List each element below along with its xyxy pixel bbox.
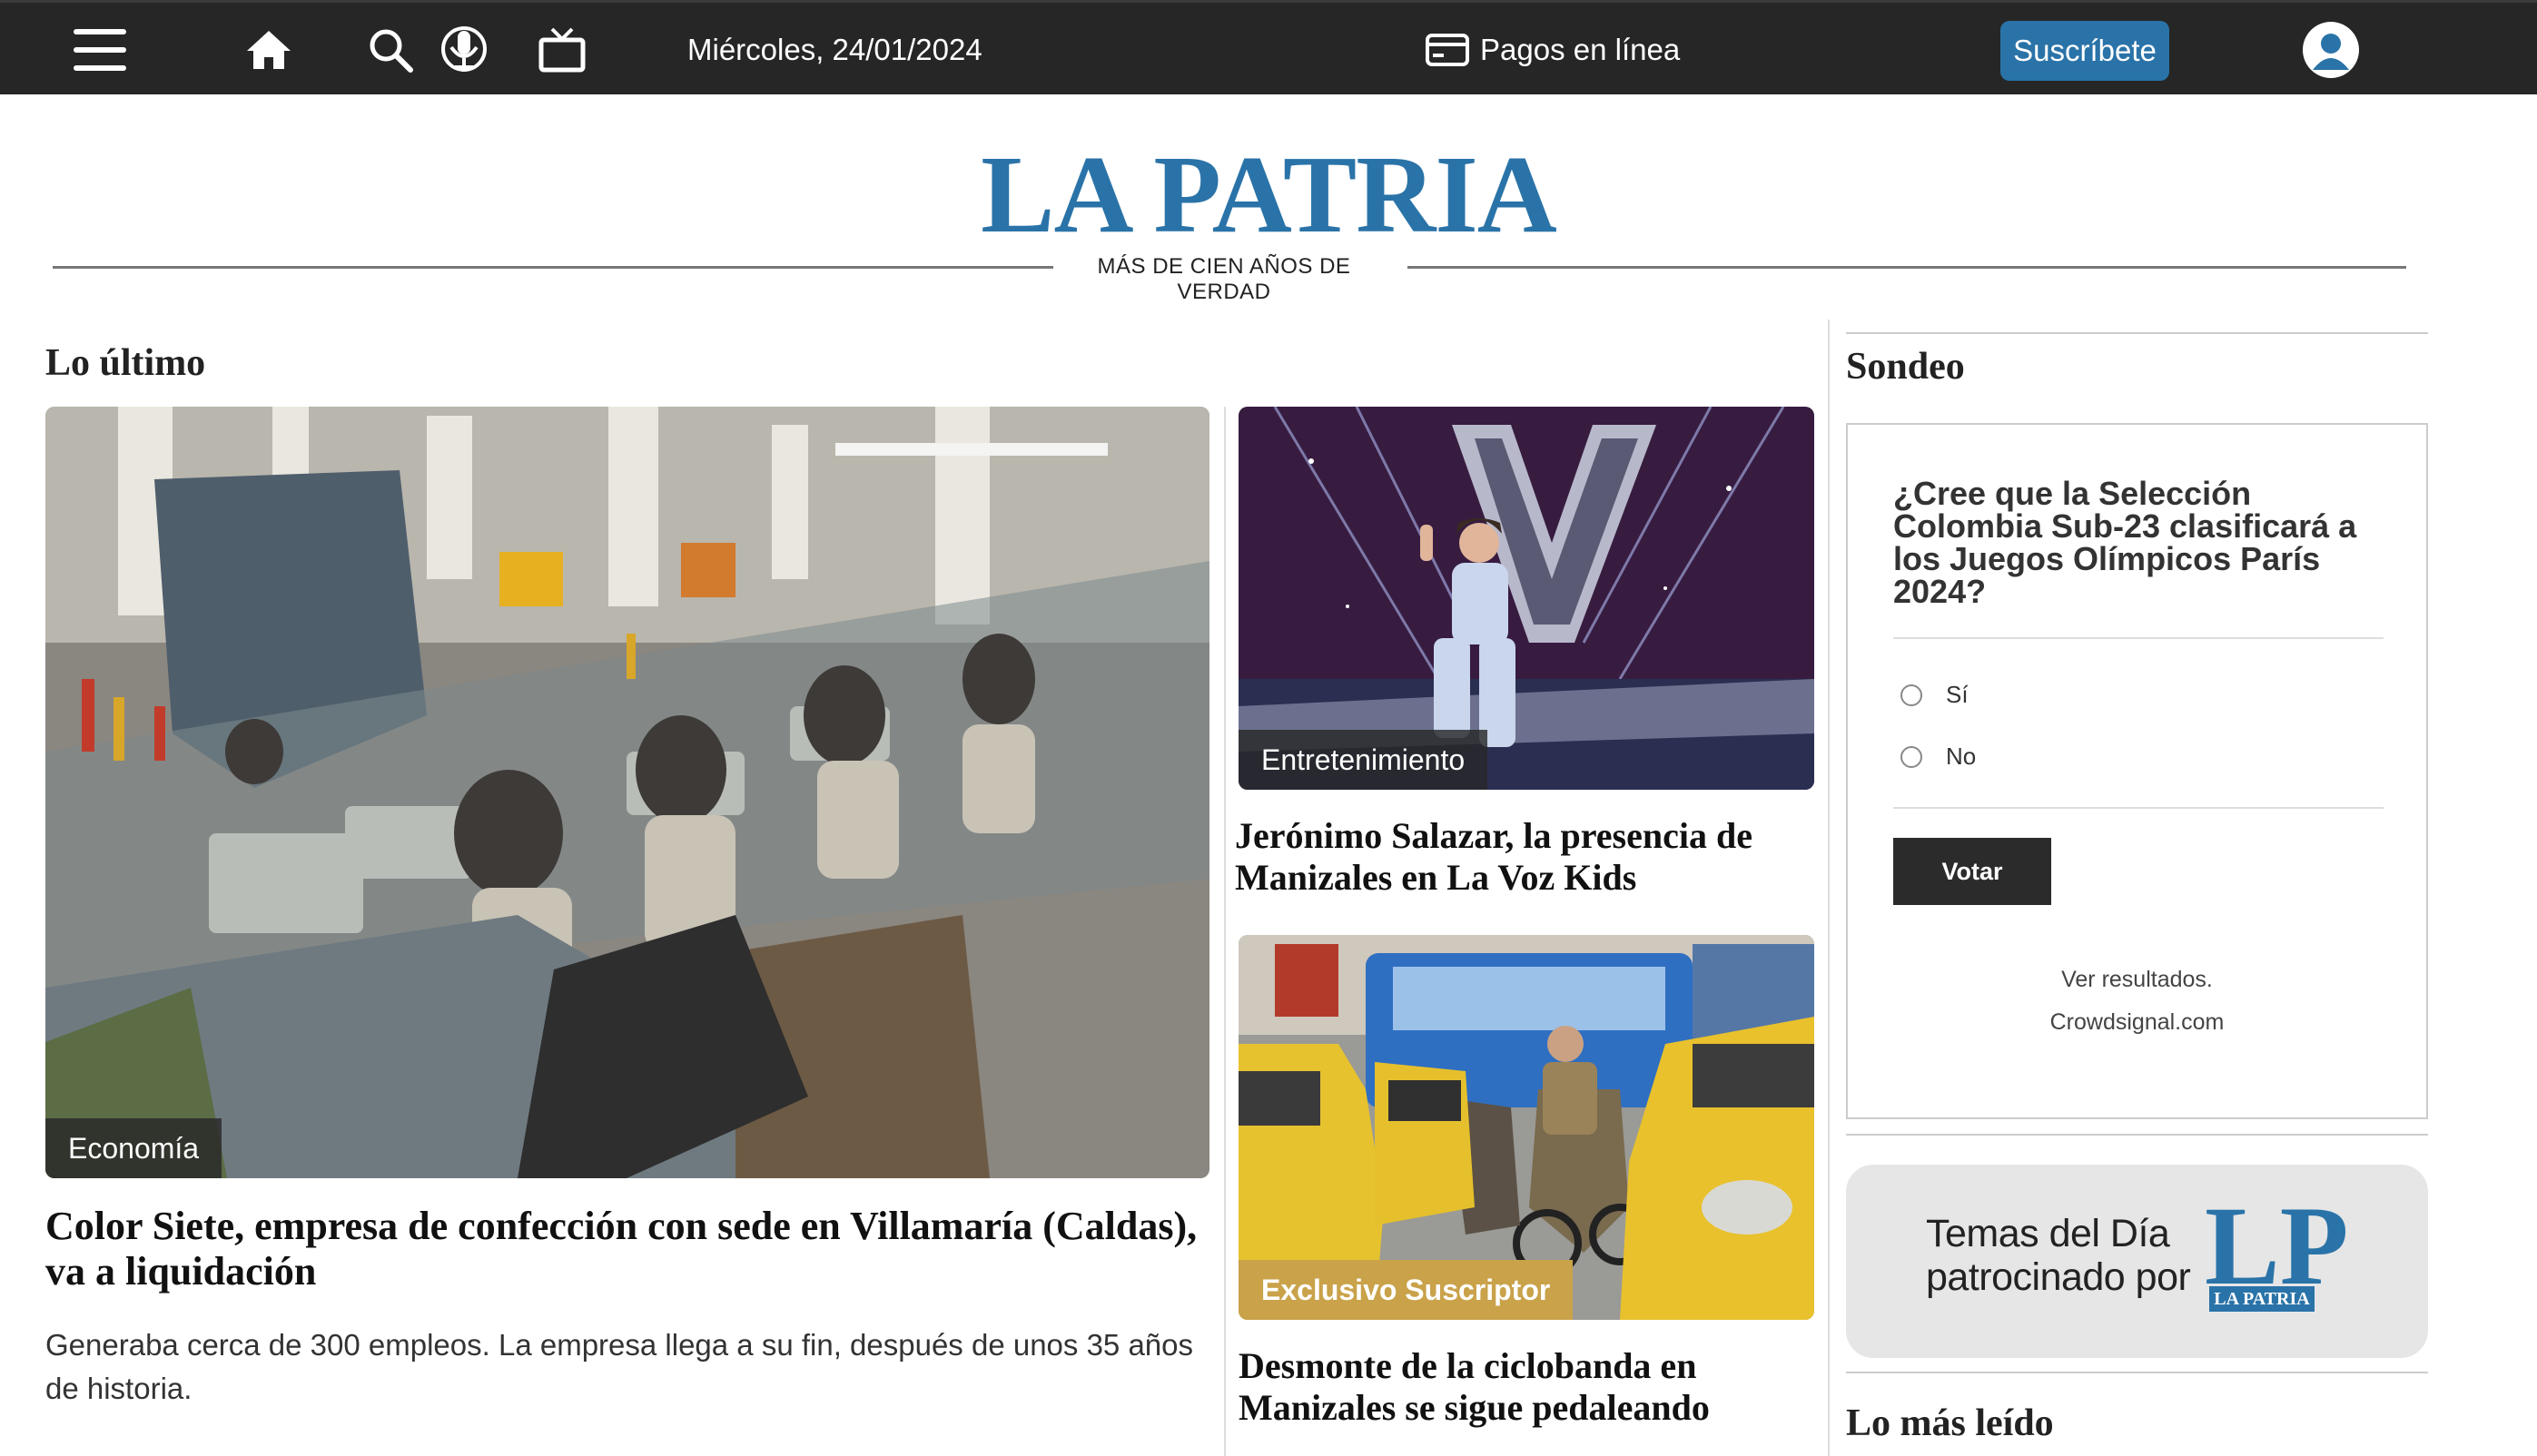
side-story-2-headline[interactable]: Desmonte de la ciclobanda en Manizales s… (1239, 1345, 1802, 1428)
poll-option-no[interactable]: No (1900, 743, 1976, 771)
promo-text: Temas del Día patrocinado por (1926, 1212, 2191, 1299)
masthead-rule-left (53, 266, 1053, 269)
tv-icon[interactable] (536, 3, 588, 97)
vote-button[interactable]: Votar (1893, 838, 2051, 905)
sidebar-divider (1828, 320, 1830, 1456)
side-story-2-exclusive-badge[interactable]: Exclusivo Suscriptor (1239, 1260, 1574, 1320)
main-story-headline[interactable]: Color Siete, empresa de confección con s… (45, 1204, 1209, 1294)
column-divider (1224, 407, 1226, 1456)
main-story-summary: Generaba cerca de 300 empleos. La empres… (45, 1328, 1194, 1405)
poll-separator-top (1893, 637, 2384, 639)
poll-option-yes-label: Sí (1946, 681, 1969, 708)
main-story-category-badge[interactable]: Economía (45, 1118, 222, 1178)
poll-widget: ¿Cree que la Selección Colombia Sub-23 c… (1846, 423, 2428, 1119)
side-story-2-image[interactable]: Exclusivo Suscriptor (1239, 935, 1814, 1320)
most-read-section-title: Lo más leído (1846, 1402, 2054, 1444)
radio-yes[interactable] (1900, 684, 1922, 706)
side-story-1-category-badge[interactable]: Entretenimiento (1239, 730, 1488, 790)
top-navigation-bar: Miércoles, 24/01/2024 Pagos en línea Sus… (0, 0, 2537, 94)
site-logo[interactable]: LA PATRIA (0, 140, 2537, 251)
subscribe-button[interactable]: Suscríbete (2000, 21, 2169, 81)
poll-option-yes[interactable]: Sí (1900, 681, 1969, 709)
online-payments-link[interactable]: Pagos en línea (1426, 3, 1680, 97)
search-icon[interactable] (365, 3, 416, 97)
card-icon (1426, 34, 1469, 66)
side-story-1-image[interactable]: Entretenimiento (1239, 407, 1814, 790)
masthead-rule-right (1407, 266, 2406, 269)
side-story-1-headline[interactable]: Jerónimo Salazar, la presencia de Maniza… (1235, 815, 1798, 898)
home-icon[interactable] (240, 3, 298, 97)
latest-section-title: Lo último (45, 342, 206, 384)
lp-logo-subtitle: LA PATRIA (2209, 1286, 2315, 1312)
view-results-link[interactable]: Ver resultados. (1848, 967, 2426, 993)
main-story-image[interactable]: Economía (45, 407, 1209, 1178)
current-date: Miércoles, 24/01/2024 (687, 33, 982, 66)
poll-top-rule (1846, 332, 2428, 334)
promo-line-2: patrocinado por (1926, 1255, 2191, 1299)
sewing-factory-photo (45, 407, 1209, 1178)
promo-top-rule (1846, 1134, 2428, 1136)
menu-icon[interactable] (64, 3, 136, 97)
site-tagline: MÁS DE CIEN AÑOS DE VERDAD (1097, 254, 1351, 304)
poll-section-title: Sondeo (1846, 346, 1965, 388)
promo-line-1: Temas del Día (1926, 1212, 2170, 1255)
most-read-top-rule (1846, 1372, 2428, 1373)
online-payments-label: Pagos en línea (1480, 33, 1681, 66)
poll-separator-bottom (1893, 807, 2384, 809)
poll-option-no-label: No (1946, 743, 1977, 770)
crowdsignal-link[interactable]: Crowdsignal.com (1848, 1009, 2426, 1036)
podcast-icon[interactable] (438, 3, 490, 97)
radio-no[interactable] (1900, 745, 1922, 768)
temas-del-dia-promo[interactable]: Temas del Día patrocinado por LP LA PATR… (1846, 1165, 2428, 1358)
poll-question: ¿Cree que la Selección Colombia Sub-23 c… (1893, 475, 2357, 610)
user-icon[interactable] (2302, 3, 2360, 97)
